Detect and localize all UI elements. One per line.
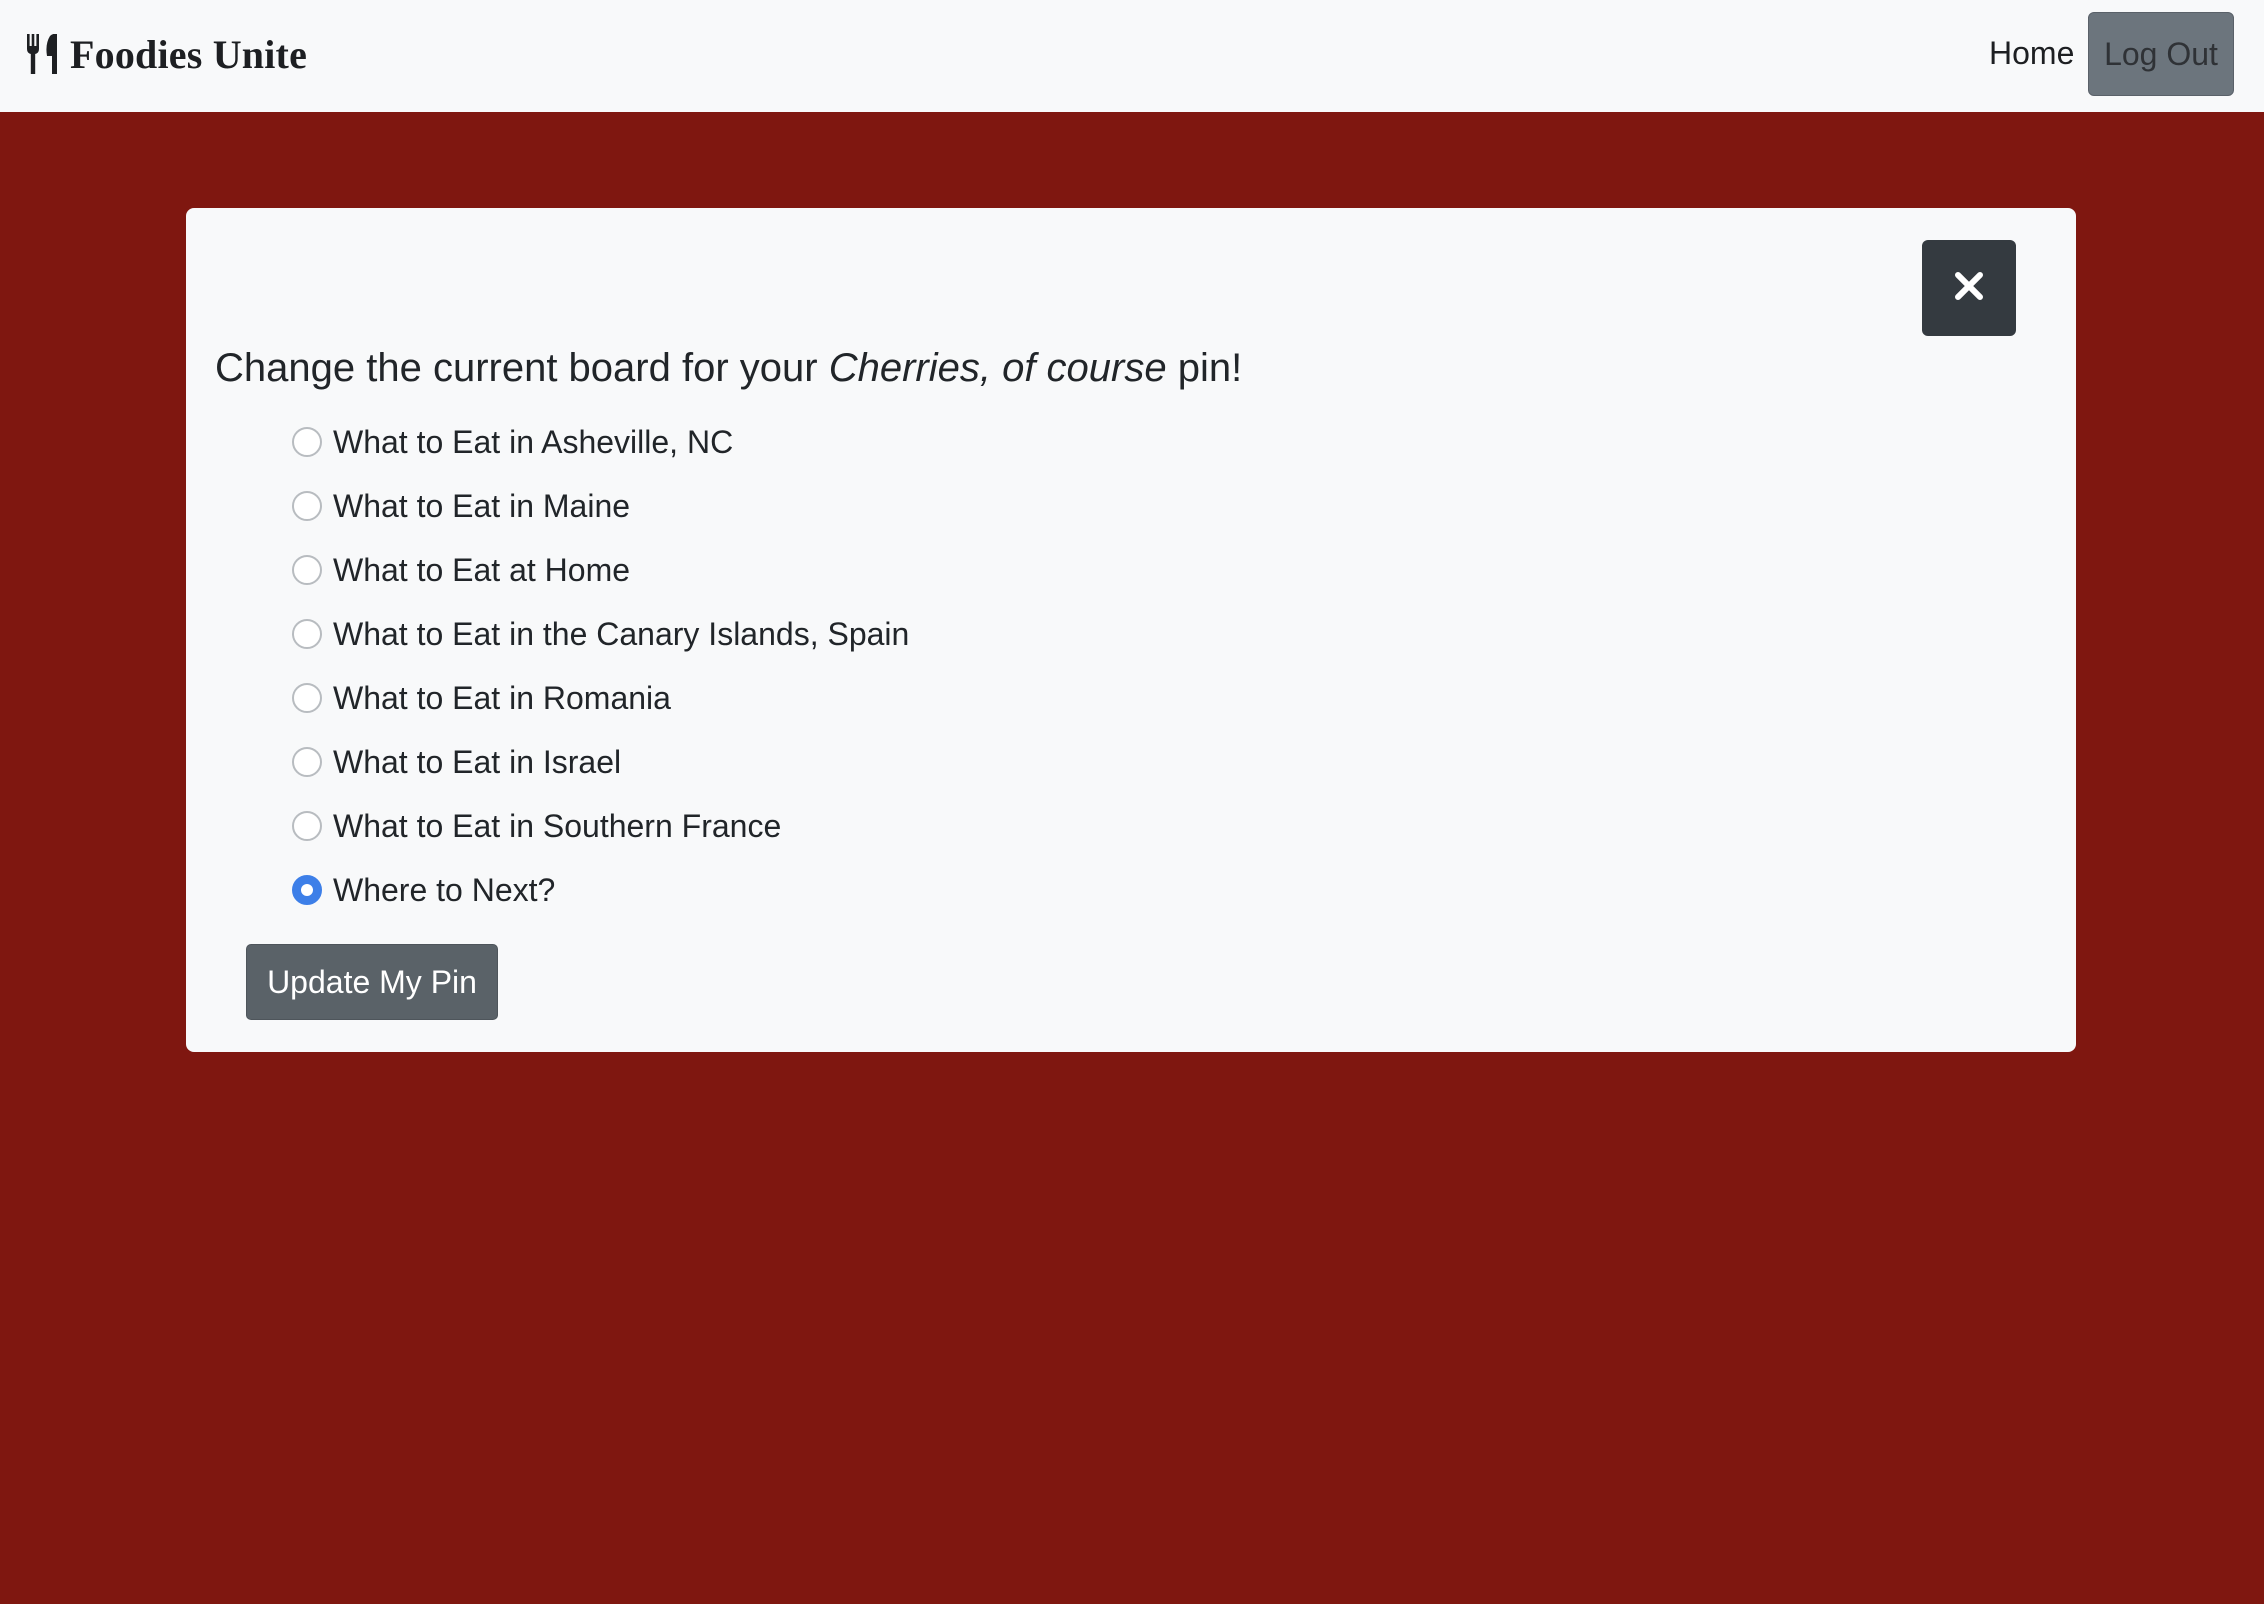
board-option[interactable]: Where to Next? — [292, 858, 909, 922]
utensils-icon — [26, 34, 60, 74]
change-board-modal: Change the current board for your Cherri… — [186, 208, 2076, 1052]
board-option[interactable]: What to Eat at Home — [292, 538, 909, 602]
board-option[interactable]: What to Eat in Asheville, NC — [292, 410, 909, 474]
navbar: Foodies Unite Home Log Out — [0, 0, 2264, 112]
board-option-label: What to Eat in Israel — [333, 743, 622, 780]
heading-prefix: Change the current board for your — [215, 346, 829, 390]
board-option[interactable]: What to Eat in Southern France — [292, 794, 909, 858]
board-option-label: What to Eat in Romania — [333, 679, 671, 716]
radio-button[interactable] — [292, 491, 322, 521]
close-icon — [1954, 271, 1984, 306]
radio-button[interactable] — [292, 683, 322, 713]
board-option-label: What to Eat in the Canary Islands, Spain — [333, 615, 910, 652]
radio-button[interactable] — [292, 747, 322, 777]
brand[interactable]: Foodies Unite — [26, 30, 307, 78]
board-option-label: What to Eat at Home — [333, 551, 631, 588]
board-option-label: What to Eat in Southern France — [333, 807, 782, 844]
heading-suffix: pin! — [1166, 346, 1243, 390]
radio-button[interactable] — [292, 619, 322, 649]
update-pin-button[interactable]: Update My Pin — [246, 944, 498, 1020]
radio-button[interactable] — [292, 811, 322, 841]
board-option-label: What to Eat in Asheville, NC — [333, 423, 734, 460]
board-option-label: Where to Next? — [333, 871, 556, 908]
board-option[interactable]: What to Eat in the Canary Islands, Spain — [292, 602, 909, 666]
board-option-label: What to Eat in Maine — [333, 487, 631, 524]
board-option[interactable]: What to Eat in Israel — [292, 730, 909, 794]
board-option[interactable]: What to Eat in Maine — [292, 474, 909, 538]
radio-button[interactable] — [292, 555, 322, 585]
brand-name: Foodies Unite — [70, 31, 308, 77]
pin-name: Cherries, of course — [828, 346, 1167, 390]
modal-heading: Change the current board for your Cherri… — [215, 334, 1242, 402]
radio-button[interactable] — [292, 875, 322, 905]
board-option[interactable]: What to Eat in Romania — [292, 666, 909, 730]
radio-button[interactable] — [292, 427, 322, 457]
logout-button[interactable]: Log Out — [2088, 12, 2234, 96]
board-options: What to Eat in Asheville, NC What to Eat… — [292, 410, 909, 922]
close-button[interactable] — [1922, 240, 2016, 336]
nav-home-link[interactable]: Home — [1989, 30, 2074, 76]
